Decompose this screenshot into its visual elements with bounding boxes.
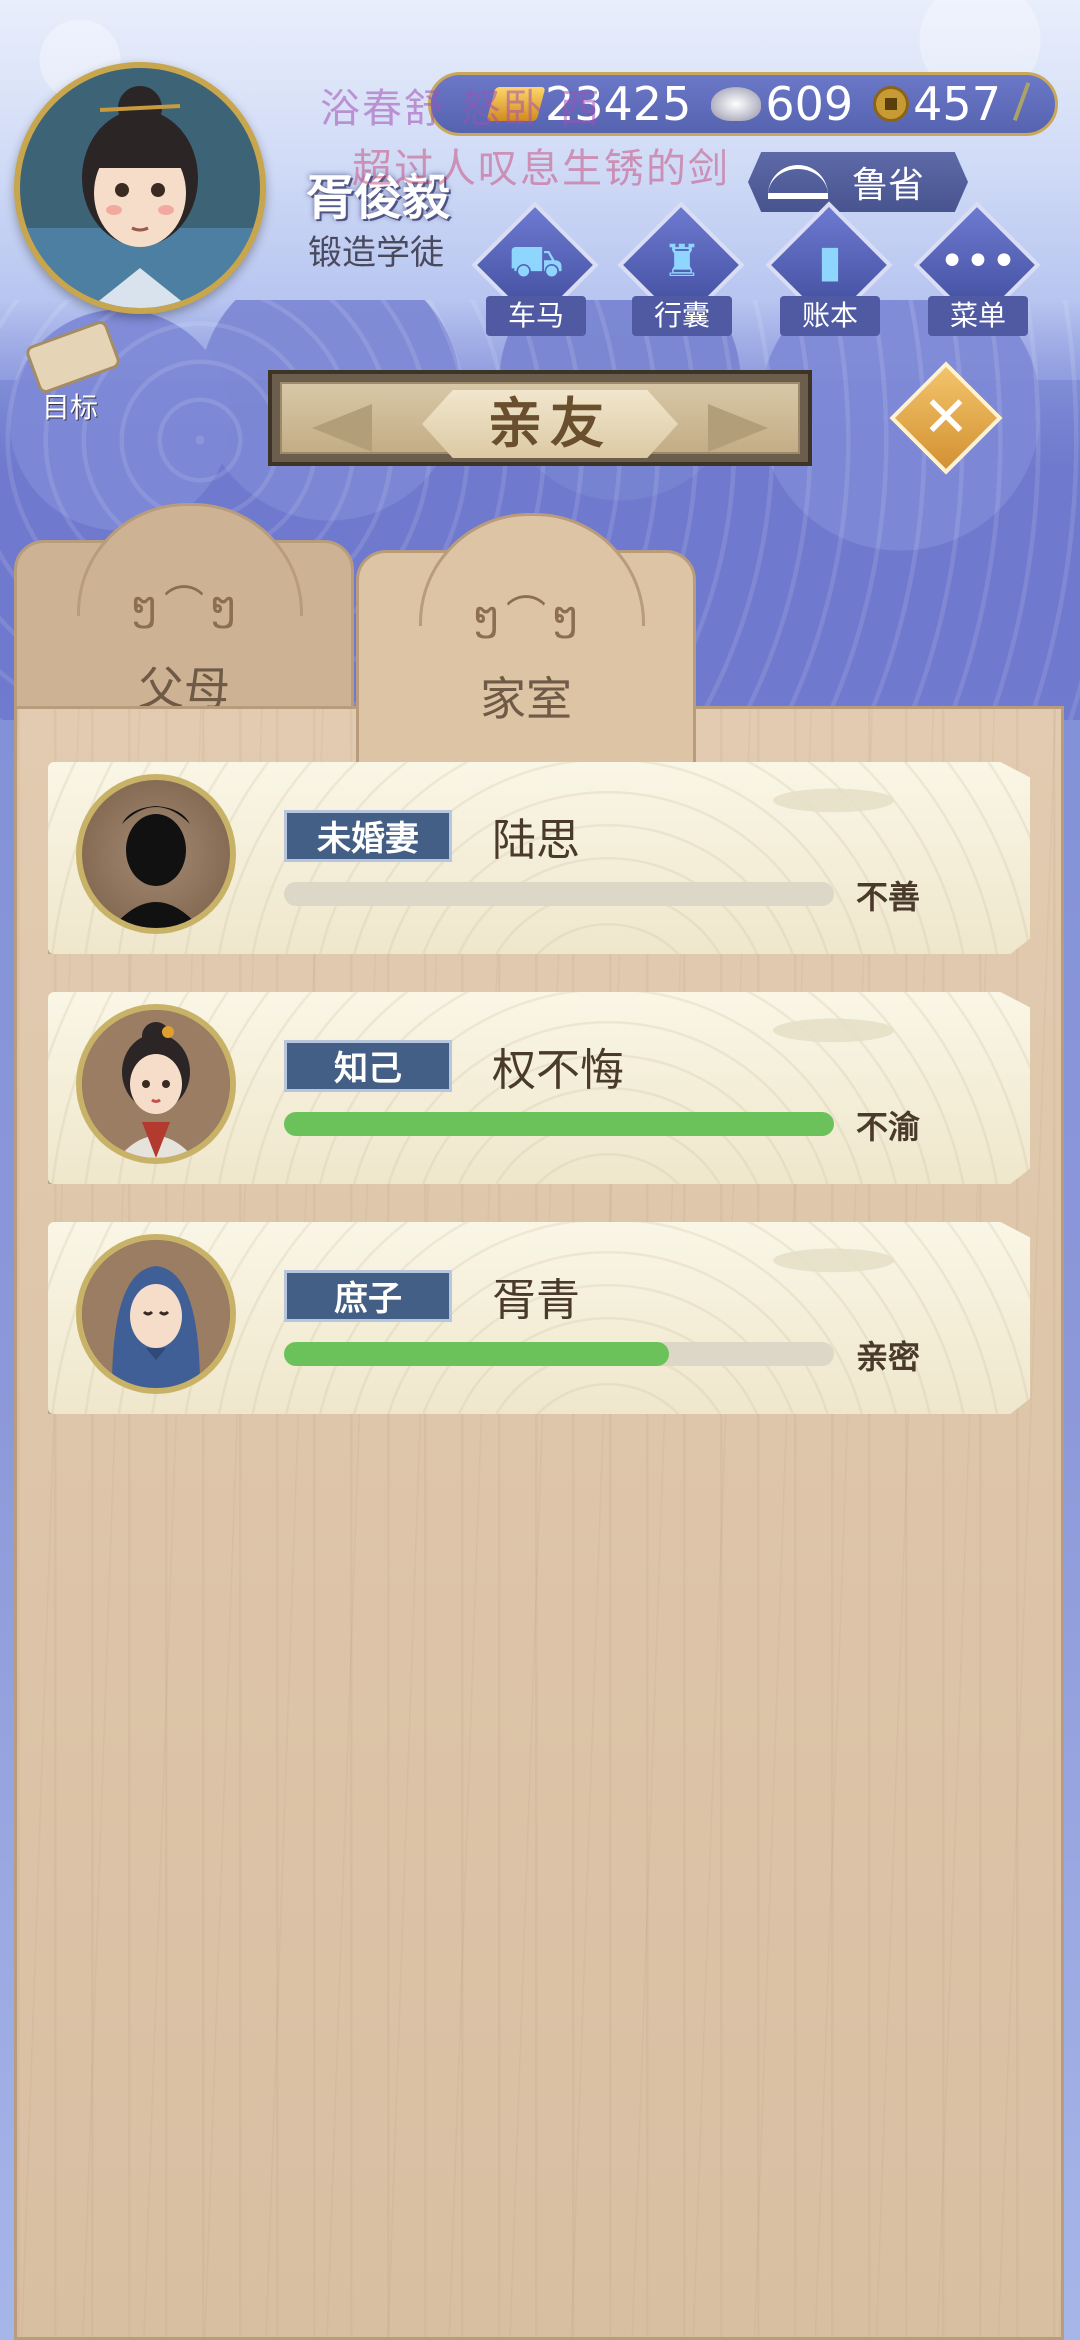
- affinity-bar: [284, 1112, 834, 1136]
- scrolling-message-line2: 超过人叹息生锈的剑: [352, 146, 730, 192]
- silver-ingot-icon: [711, 87, 762, 121]
- relation-card[interactable]: 未婚妻 陆思 不善: [48, 762, 1030, 954]
- relation-portrait: [76, 1234, 236, 1394]
- scrolling-message-line1: 浴春舒 怒卧 西: [320, 86, 602, 132]
- relation-status: 亲密: [856, 1338, 921, 1376]
- panel-title-banner: 亲友: [268, 370, 812, 466]
- ledger-label: 账本: [780, 296, 880, 336]
- left-chevron-ornament: [312, 404, 372, 452]
- bamboo-icon: [1012, 82, 1050, 128]
- anvil-icon: [768, 165, 828, 199]
- copper-coin-icon: [873, 86, 910, 122]
- relation-type: 庶子: [284, 1270, 452, 1322]
- luggage-button[interactable]: ♜ 行囊: [617, 201, 745, 336]
- carriage-button[interactable]: ⛟ 车马: [471, 201, 599, 336]
- region-button[interactable]: 鲁省: [748, 152, 968, 212]
- carriage-icon: ⛟: [508, 236, 564, 287]
- goal-button[interactable]: 目标: [22, 318, 122, 424]
- relation-card[interactable]: 知己 权不悔 不渝: [48, 992, 1030, 1184]
- relation-status: 不渝: [856, 1108, 921, 1146]
- goal-label: 目标: [41, 391, 98, 424]
- right-chevron-ornament: [708, 404, 768, 452]
- panel-title: 亲友: [422, 390, 678, 458]
- region-name: 鲁省: [852, 165, 925, 206]
- relation-type: 知己: [284, 1040, 452, 1092]
- relation-name: 陆思: [492, 815, 580, 866]
- tab-family[interactable]: ໆ⌒ໆ 家室: [356, 513, 696, 770]
- relation-status: 不善: [856, 878, 921, 916]
- relation-type: 未婚妻: [284, 810, 452, 862]
- menu-label: 菜单: [928, 296, 1028, 336]
- coin-resource: 457: [873, 77, 1001, 131]
- relation-card[interactable]: 庶子 胥青 亲密: [48, 1222, 1030, 1414]
- more-dots-icon: •••: [939, 236, 1017, 287]
- cloud-ornament-icon: ໆ⌒ໆ: [473, 593, 585, 639]
- cloud-ornament-icon: ໆ⌒ໆ: [131, 583, 243, 629]
- tab-family-label: 家室: [480, 672, 572, 726]
- player-avatar[interactable]: [14, 62, 266, 314]
- relation-portrait: [76, 774, 236, 934]
- affinity-fill: [284, 1112, 834, 1136]
- affinity-fill: [284, 1342, 669, 1366]
- relation-portrait: [76, 1004, 236, 1164]
- bundle-icon: ♜: [662, 236, 702, 287]
- affinity-bar: [284, 1342, 834, 1366]
- affinity-bar: [284, 882, 834, 906]
- carriage-label: 车马: [486, 296, 586, 336]
- close-icon[interactable]: ✕: [906, 378, 986, 458]
- relation-name: 胥青: [492, 1275, 580, 1326]
- silver-resource: 609: [711, 77, 853, 131]
- player-title: 锻造学徒: [308, 233, 444, 273]
- menu-button[interactable]: ••• 菜单: [913, 201, 1041, 336]
- luggage-label: 行囊: [632, 296, 732, 336]
- book-icon: ▮: [817, 236, 843, 287]
- ledger-button[interactable]: ▮ 账本: [765, 201, 893, 336]
- silver-amount: 609: [765, 77, 854, 131]
- coin-amount: 457: [913, 77, 1001, 131]
- relation-name: 权不悔: [492, 1045, 624, 1096]
